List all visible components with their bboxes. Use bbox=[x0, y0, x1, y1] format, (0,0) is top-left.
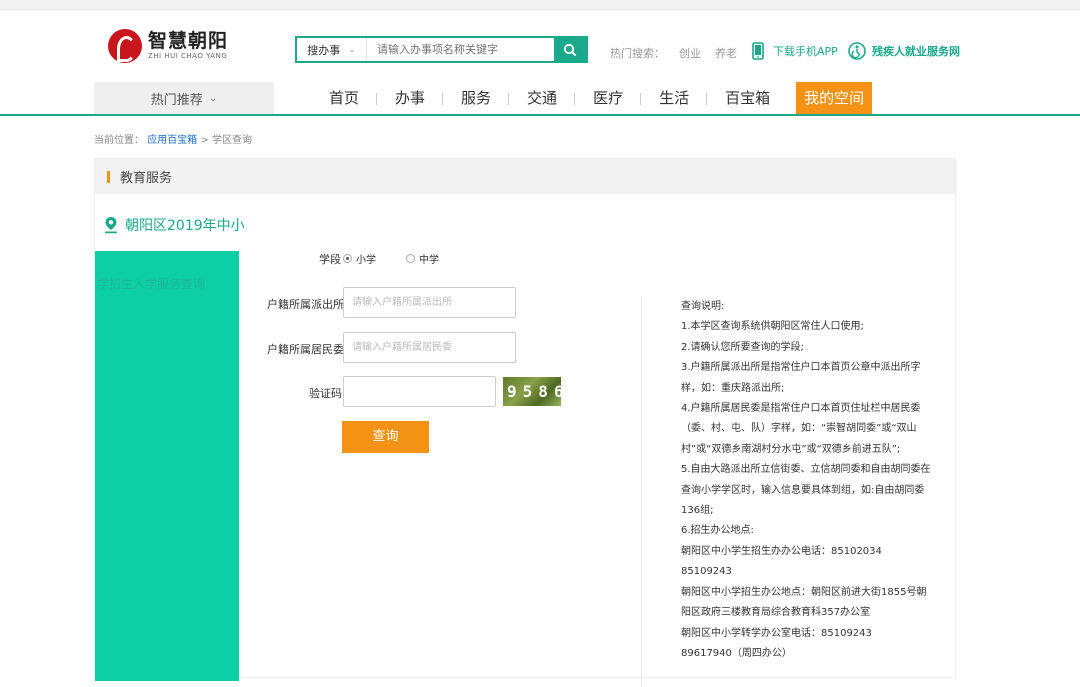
panel-title: 教育服务 bbox=[120, 171, 173, 186]
note-line: 朝阳区中小学转学办公室电话：85109243 bbox=[681, 627, 872, 639]
radio-unchecked-icon bbox=[406, 254, 415, 263]
police-station-input[interactable]: 请输入户籍所属派出所 bbox=[343, 287, 516, 318]
app-download-link[interactable]: 下载手机APP bbox=[752, 42, 838, 60]
breadcrumb-separator: > bbox=[200, 135, 209, 146]
hot-search-label: 热门搜索： bbox=[610, 47, 665, 60]
committee-input[interactable]: 请输入户籍所属居民委 bbox=[343, 332, 516, 363]
nav-item-affairs[interactable]: 办事 bbox=[377, 82, 444, 114]
note-line: 查询说明: bbox=[681, 301, 725, 312]
level-radio-group: 小学 中学 bbox=[343, 251, 469, 266]
note-line: 4.户籍所属居民委是指常住户口本首页住址栏中居民委（委、村、屯、队）字样，如：“… bbox=[681, 403, 921, 455]
nav-item-toolbox[interactable]: 百宝箱 bbox=[707, 82, 788, 114]
top-bar bbox=[0, 0, 1080, 10]
header-accent-bar bbox=[107, 170, 110, 183]
service-sidebar: 学招生入学服务查询 bbox=[95, 251, 239, 681]
panel-header: 教育服务 bbox=[95, 159, 955, 194]
note-line: 朝阳区中小学生招生办办公电话：85102034 85109243 bbox=[681, 545, 882, 578]
search-type-label: 搜办事 bbox=[307, 43, 341, 57]
nav-item-life[interactable]: 生活 bbox=[641, 82, 708, 114]
note-line: 朝阳区中小学招生办公地点：朝阳区前进大街1855号朝阳区政府三楼教育局综合教育科… bbox=[681, 586, 927, 619]
breadcrumb-current: 学区查询 bbox=[211, 135, 252, 146]
search-box: 搜办事 ⌄ bbox=[295, 36, 588, 63]
chevron-down-icon: ⌄ bbox=[348, 44, 356, 55]
app-download-label: 下载手机APP bbox=[773, 45, 838, 58]
note-line: 5.自由大路派出所立信街委、立信胡同委和自由胡同委在查询小学学区时，输入信息要具… bbox=[681, 464, 931, 517]
logo-name: 智慧朝阳 bbox=[148, 30, 229, 52]
accessibility-icon bbox=[848, 42, 866, 60]
hot-term[interactable]: 创业 bbox=[679, 47, 701, 60]
main-nav: 首页 办事 服务 交通 医疗 生活 百宝箱 我的空间 bbox=[311, 82, 873, 114]
location-pin-icon bbox=[105, 217, 117, 234]
query-instructions: 查询说明: 1.本学区查询系统供朝阳区常住人口使用; 2.请确认您所要查询的学段… bbox=[681, 297, 931, 664]
site-logo[interactable]: 智慧朝阳 ZHI HUI CHAO YANG bbox=[108, 28, 228, 64]
search-input[interactable] bbox=[367, 38, 554, 61]
level-label: 学段 bbox=[319, 253, 341, 266]
note-line: 2.请确认您所要查询的学段; bbox=[681, 341, 804, 353]
committee-label: 户籍所属居民委 bbox=[267, 343, 344, 356]
level-primary-label: 小学 bbox=[356, 255, 376, 266]
nav-item-medical[interactable]: 医疗 bbox=[575, 82, 642, 114]
education-panel: 教育服务 朝阳区2019年中小 学招生入学服务查询 学段 小学 中学 户籍所属派… bbox=[94, 158, 956, 687]
police-station-label: 户籍所属派出所 bbox=[267, 298, 344, 311]
hot-recommend-dropdown[interactable]: 热门推荐 ⌄ bbox=[94, 82, 274, 114]
level-middle-radio[interactable]: 中学 bbox=[406, 251, 439, 266]
nav-item-traffic[interactable]: 交通 bbox=[509, 82, 576, 114]
nav-item-services[interactable]: 服务 bbox=[443, 82, 510, 114]
hot-search: 热门搜索： 创业 养老 bbox=[610, 45, 751, 61]
service-site-link[interactable]: 残疾人就业服务网 bbox=[848, 42, 960, 60]
search-button[interactable] bbox=[554, 38, 586, 61]
service-title-text: 朝阳区2019年中小 bbox=[125, 218, 245, 234]
search-icon bbox=[563, 43, 577, 56]
nav-item-home[interactable]: 首页 bbox=[311, 82, 378, 114]
breadcrumb: 当前位置： 应用百宝箱 > 学区查询 bbox=[94, 131, 252, 146]
service-title: 朝阳区2019年中小 bbox=[103, 215, 245, 235]
breadcrumb-link[interactable]: 应用百宝箱 bbox=[147, 135, 197, 146]
chevron-down-icon: ⌄ bbox=[208, 92, 218, 104]
captcha-image[interactable]: 9586 bbox=[503, 377, 564, 406]
breadcrumb-prefix: 当前位置： bbox=[94, 135, 144, 146]
note-line: 89617940（周四办公） bbox=[681, 647, 792, 659]
sidebar-item[interactable]: 学招生入学服务查询 bbox=[95, 251, 239, 292]
logo-pinyin: ZHI HUI CHAO YANG bbox=[148, 52, 228, 60]
nav-divider bbox=[0, 114, 1080, 116]
hot-term[interactable]: 养老 bbox=[715, 47, 737, 60]
query-button[interactable]: 查询 bbox=[342, 421, 429, 453]
nav-item-my-space[interactable]: 我的空间 bbox=[796, 82, 873, 114]
captcha-input[interactable] bbox=[343, 376, 496, 407]
level-middle-label: 中学 bbox=[419, 255, 439, 266]
note-line: 1.本学区查询系统供朝阳区常住人口使用; bbox=[681, 321, 864, 333]
note-line: 6.招生办公地点: bbox=[681, 525, 754, 537]
radio-checked-icon bbox=[343, 254, 352, 263]
hot-recommend-label: 热门推荐 bbox=[150, 92, 203, 108]
search-type-select[interactable]: 搜办事 ⌄ bbox=[297, 38, 367, 61]
column-divider bbox=[641, 297, 642, 687]
service-site-label: 残疾人就业服务网 bbox=[872, 45, 960, 58]
captcha-label: 验证码 bbox=[309, 387, 342, 400]
level-primary-radio[interactable]: 小学 bbox=[343, 251, 376, 266]
note-line: 3.户籍所属派出所是指常住户口本首页公章中派出所字样，如：重庆路派出所; bbox=[681, 362, 921, 394]
logo-mark-icon bbox=[108, 29, 142, 63]
phone-icon bbox=[752, 42, 764, 60]
